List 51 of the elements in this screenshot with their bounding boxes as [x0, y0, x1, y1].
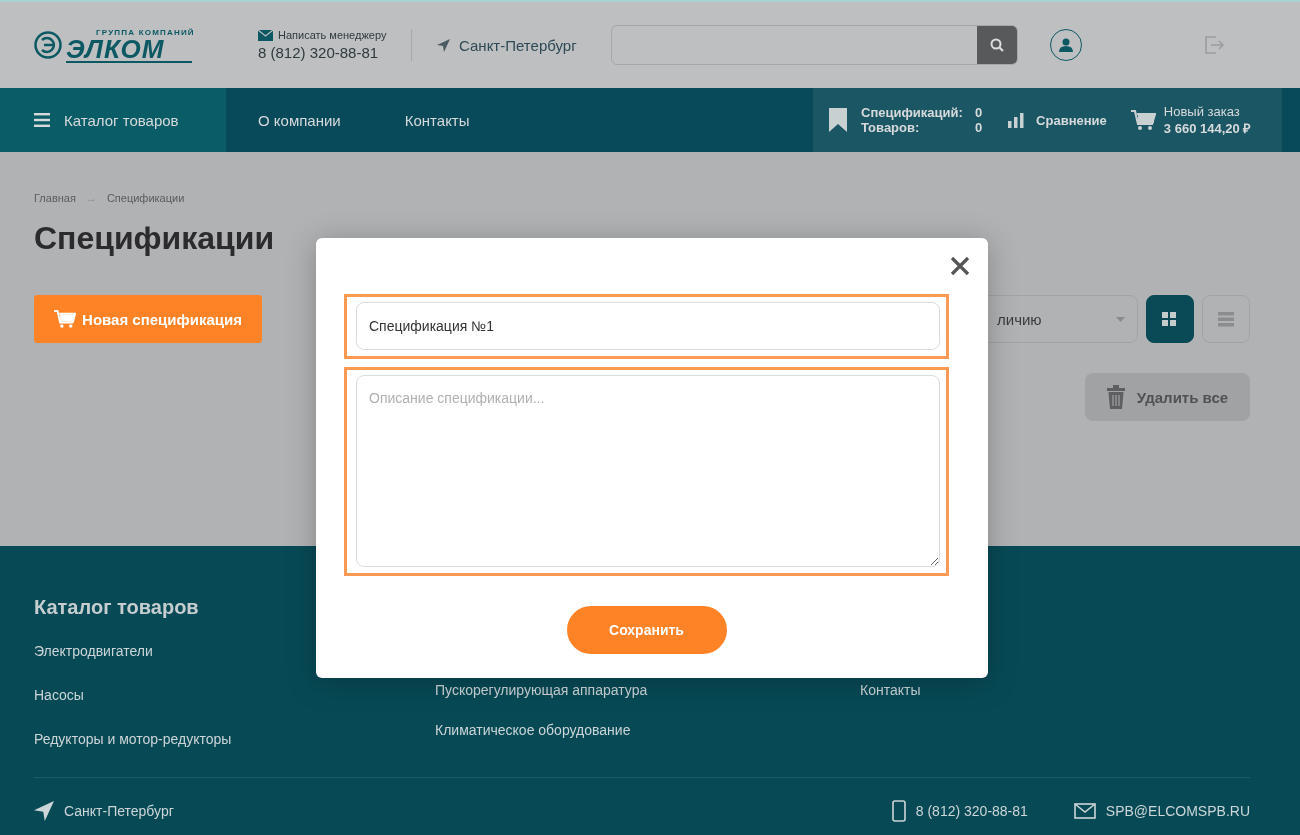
description-field[interactable]: Описание спецификации... [356, 375, 940, 567]
envelope-icon [258, 29, 273, 41]
search-field[interactable] [611, 25, 1018, 65]
logo-tagline: ГРУППА КОМПАНИЙ [96, 27, 195, 37]
cart-icon [1130, 109, 1156, 131]
grid-icon [1162, 311, 1178, 327]
trash-icon [1106, 385, 1125, 409]
city-selector[interactable]: Санкт-Петербург [459, 36, 577, 54]
list-icon [1218, 311, 1234, 327]
compare-link[interactable]: Сравнение [1036, 112, 1107, 128]
counter-value: 0 [974, 105, 983, 120]
footer-link[interactable]: Редукторы и мотор-редукторы [34, 717, 435, 761]
menu-icon [34, 113, 50, 127]
write-manager-link[interactable]: Написать менеджеру [278, 29, 387, 41]
phone-icon [891, 800, 906, 822]
name-field[interactable]: Спецификация №1 [356, 302, 940, 350]
footer-link[interactable]: Контакты [860, 668, 1250, 708]
footer-link[interactable]: Климатическое оборудование [435, 708, 860, 752]
page-title: Спецификации [34, 220, 276, 257]
grid-view-button[interactable] [1146, 295, 1194, 343]
footer-link[interactable]: Насосы [34, 673, 435, 717]
logo-name: ЭЛКОМ [66, 36, 192, 63]
location-arrow-icon [437, 38, 450, 52]
nav-tab[interactable]: Контакты [372, 88, 502, 152]
breadcrumb-link[interactable]: Главная [34, 192, 76, 204]
footer-phone: 8 (812) 320-88-81 [915, 803, 1028, 819]
user-icon [1059, 38, 1073, 52]
counter-value: 0 [974, 120, 983, 135]
breadcrumb-separator: → [85, 192, 97, 204]
nav-tab[interactable]: Каталог товаров [0, 88, 226, 152]
location-arrow-icon [34, 801, 54, 821]
counter-label: Товаров: [861, 120, 921, 135]
footer-heading: Каталог товаров [34, 596, 200, 619]
search-button[interactable] [977, 26, 1017, 64]
bookmark-icon [829, 108, 847, 132]
phone-number: 8 (812) 320-88-81 [258, 44, 380, 61]
bar-chart-icon [1008, 112, 1025, 128]
close-icon [950, 256, 970, 276]
breadcrumb-current: Спецификации [106, 192, 185, 204]
cart-icon [54, 309, 77, 329]
caret-icon [1116, 316, 1125, 322]
footer-email-link[interactable]: SPB@ELCOMSPB.RU [1105, 803, 1250, 819]
close-button[interactable] [950, 256, 970, 276]
envelope-icon [1073, 803, 1096, 819]
logo-icon [34, 31, 62, 59]
cart-total: 3 660 144,20 ₽ [1163, 119, 1252, 137]
footer-city: Санкт-Петербург [64, 803, 174, 819]
nav-tab[interactable]: О компании [226, 88, 373, 152]
search-icon [990, 38, 1004, 52]
counter-label: Спецификаций: [861, 105, 963, 120]
cart-label: Новый заказ [1163, 103, 1241, 119]
